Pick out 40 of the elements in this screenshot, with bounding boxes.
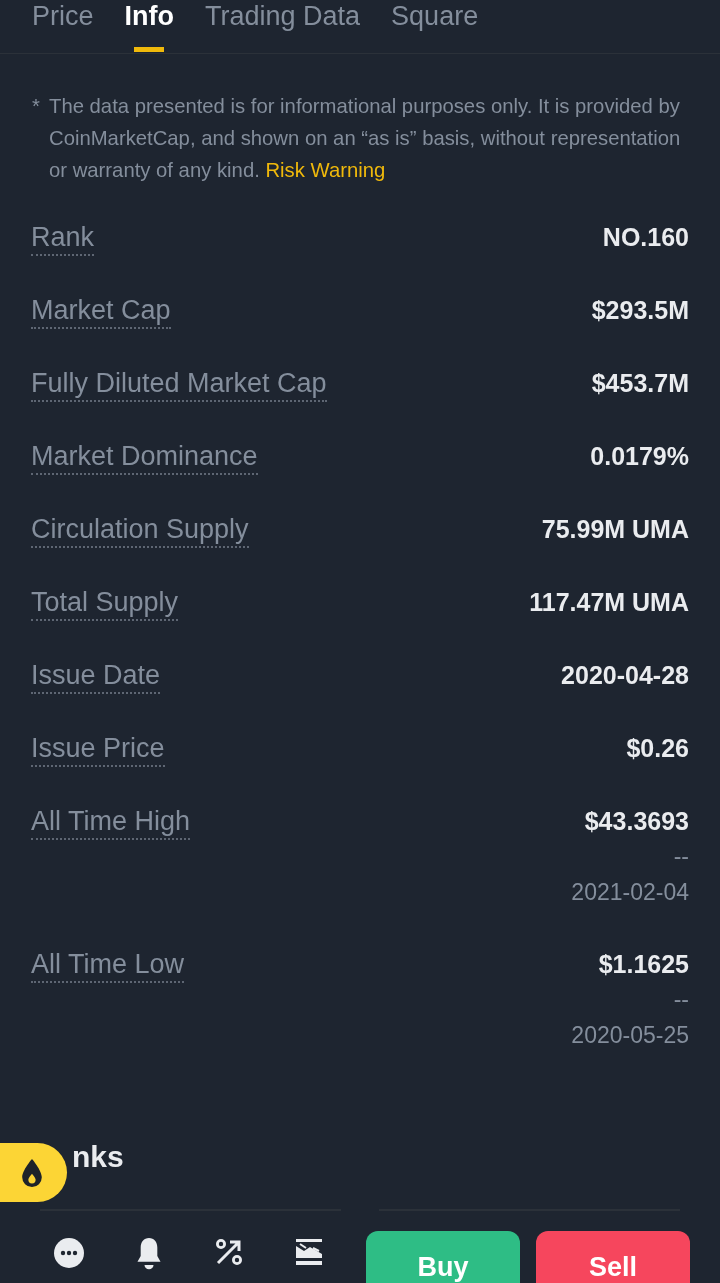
metric-value: 75.99M UMA <box>541 514 689 545</box>
drop-icon <box>22 1158 42 1187</box>
metric-label[interactable]: Market Cap <box>31 293 171 329</box>
metric-label[interactable]: All Time High <box>31 804 191 840</box>
metric-value: NO.160 <box>602 222 689 253</box>
change-value: -- <box>673 842 689 871</box>
tab[interactable]: Info <box>124 0 174 53</box>
chart-icon[interactable] <box>295 1238 323 1266</box>
metric-label[interactable]: Fully Diluted Market Cap <box>31 366 327 402</box>
metric-value: $293.5M <box>591 295 689 326</box>
change-value: -- <box>673 985 689 1014</box>
metric-label[interactable]: Issue Price <box>31 731 165 767</box>
date-text: 2021-02-04 <box>571 878 689 907</box>
tab[interactable]: Price <box>32 0 94 53</box>
metric-label[interactable]: Circulation Supply <box>31 512 249 548</box>
metric-label[interactable]: Market Dominance <box>31 439 258 475</box>
metric-value: 2020-04-28 <box>561 660 689 691</box>
metric-value: 0.0179% <box>590 441 689 472</box>
bell-icon[interactable] <box>137 1238 161 1270</box>
metric-label[interactable]: All Time Low <box>31 947 185 983</box>
disclaimer-text: The data presented is for informational purposes only. It is provided by CoinMarketCap, and shown on an “as is” basis, without representation or warranty of any kind. Risk Warning <box>49 94 682 183</box>
sell-button[interactable]: Sell <box>536 1231 690 1283</box>
metric-value: $0.26 <box>626 733 689 764</box>
metric-value: 117.47M UMA <box>529 587 689 618</box>
risk-warning-link[interactable]: Risk Warning <box>265 159 386 181</box>
section-heading: nks <box>72 1139 124 1175</box>
more-icon[interactable] <box>54 1238 84 1268</box>
asterisk-mark: * <box>32 94 41 119</box>
buy-button[interactable]: Buy <box>366 1231 520 1283</box>
floating-button[interactable] <box>0 1143 67 1202</box>
metric-label[interactable]: Total Supply <box>31 585 179 621</box>
metric-value: $43.3693 <box>584 806 689 837</box>
tab[interactable]: Square <box>391 0 479 53</box>
tab[interactable]: Trading Data <box>205 0 361 53</box>
metric-value: $1.1625 <box>598 949 689 980</box>
date-text: 2020-05-25 <box>571 1021 689 1050</box>
metric-value: $453.7M <box>591 368 689 399</box>
percent-arrow-icon[interactable] <box>215 1238 243 1266</box>
metric-label[interactable]: Rank <box>31 220 95 256</box>
metric-label[interactable]: Issue Date <box>31 658 161 694</box>
